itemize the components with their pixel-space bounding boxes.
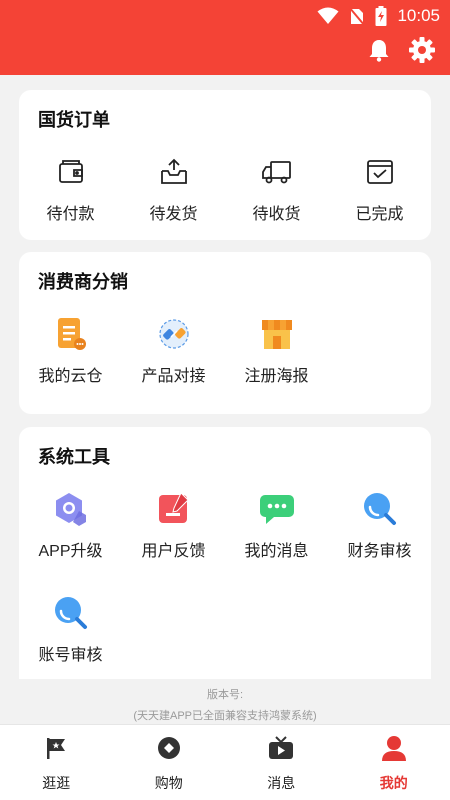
orders-card: 国货订单 待付款 待发货 待收货 已完成 [19,90,431,240]
wifi-icon [317,7,339,25]
app-upgrade-entry[interactable]: APP升级 [19,491,122,561]
order-pending-payment[interactable]: 待付款 [19,154,122,224]
tools-card: 系统工具 APP升级 用户反馈 我的消息 财务审核 账号审核 [19,427,431,679]
tool-item-label: APP升级 [38,543,103,560]
tab-mine[interactable]: 我的 [338,725,450,800]
tab-shopping[interactable]: 购物 [113,725,226,800]
order-pending-shipment[interactable]: 待发货 [122,154,225,224]
tab-messages[interactable]: 消息 [225,725,338,800]
distribution-item-label: 注册海报 [244,368,309,385]
cloud-warehouse-entry[interactable]: 我的云仓 [19,316,122,386]
tool-item-label: 我的消息 [244,543,309,560]
register-poster-entry[interactable]: 注册海报 [225,316,328,386]
tab-label: 消息 [267,775,296,791]
feedback-icon [122,491,225,527]
my-messages-entry[interactable]: 我的消息 [225,491,328,561]
magnifier-icon [328,491,431,527]
completed-box-icon [328,154,431,190]
status-bar: 10:05 [0,0,450,32]
tool-item-label: 财务审核 [347,543,412,560]
distribution-title: 消费商分销 [38,272,128,292]
store-poster-icon [225,316,328,352]
tab-browse[interactable]: 逛逛 [0,725,113,800]
account-review-entry[interactable]: 账号审核 [19,595,122,665]
wallet-icon [19,154,122,190]
finance-review-entry[interactable]: 财务审核 [328,491,431,561]
shopping-icon [156,733,182,763]
status-time: 10:05 [397,6,440,25]
orders-title: 国货订单 [38,110,110,130]
bell-icon[interactable] [368,38,390,62]
version-label: 版本号: [206,689,244,701]
magnifier-icon [19,595,122,631]
tab-label: 逛逛 [42,775,71,791]
order-item-label: 已完成 [355,206,404,223]
user-icon [381,733,407,763]
tab-label: 购物 [154,775,183,791]
bottom-tab-bar: 逛逛 购物 消息 我的 [0,724,450,800]
distribution-item-label: 我的云仓 [38,368,103,385]
version-note: (天天建APP已全面兼容支持鸿蒙系统) [133,710,317,722]
order-pending-receipt[interactable]: 待收货 [225,154,328,224]
order-item-label: 待收货 [252,206,301,223]
distribution-item-label: 产品对接 [141,368,206,385]
chat-icon [225,491,328,527]
tab-label: 我的 [379,775,408,791]
product-docking-icon [122,316,225,352]
truck-icon [225,154,328,190]
no-sim-icon [349,6,366,26]
order-item-label: 待付款 [46,206,95,223]
product-docking-entry[interactable]: 产品对接 [122,316,225,386]
tool-item-label: 用户反馈 [141,543,206,560]
order-item-label: 待发货 [149,206,198,223]
cloud-warehouse-icon [19,316,122,352]
flag-icon [43,733,69,763]
tools-title: 系统工具 [38,447,110,467]
tv-message-icon [267,733,295,763]
tool-item-label: 账号审核 [38,647,103,664]
outbox-icon [122,154,225,190]
hexagon-upgrade-icon [19,491,122,527]
header-bar: 10:05 [0,0,450,75]
distribution-card: 消费商分销 我的云仓 产品对接 注册海报 [19,252,431,414]
order-completed[interactable]: 已完成 [328,154,431,224]
gear-icon[interactable] [408,36,436,64]
user-feedback-entry[interactable]: 用户反馈 [122,491,225,561]
battery-charging-icon [375,6,387,26]
